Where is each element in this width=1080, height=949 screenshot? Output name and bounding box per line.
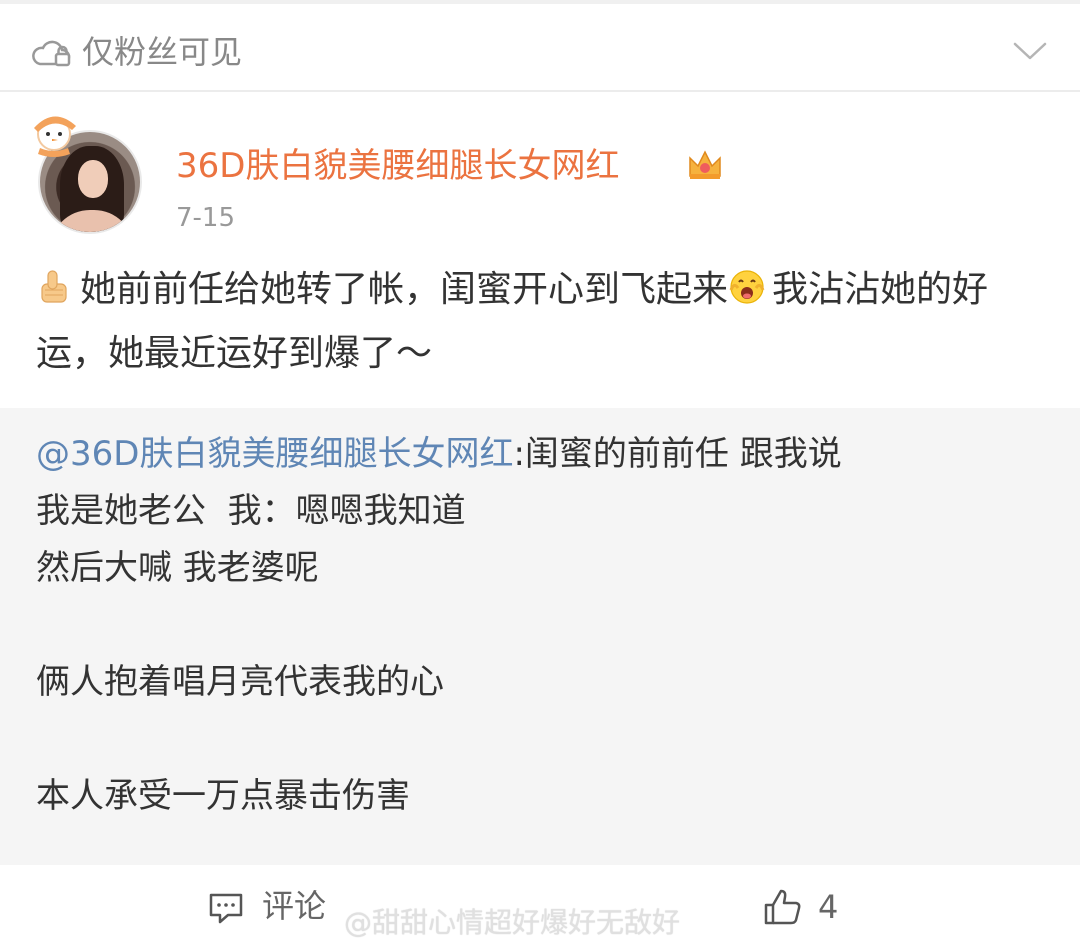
thumbs-up-icon [41, 270, 67, 303]
repost-text: @36D肤白貌美腰细腿长女网红:闺蜜的前前任 跟我说 我是她老公 我：嗯嗯我知道… [36, 426, 1046, 825]
comment-icon[interactable] [208, 891, 244, 925]
like-count: 4 [818, 888, 839, 926]
like-icon[interactable] [762, 887, 804, 927]
chevron-down-icon[interactable] [1012, 36, 1048, 64]
visibility-bar[interactable]: 仅粉丝可见 [0, 4, 1080, 92]
avatar[interactable] [24, 108, 154, 243]
crown-badge-icon [689, 150, 721, 179]
action-bar: 评论 @甜甜心情超好爆好无敌好 4 [0, 865, 1080, 949]
watermark-text: @甜甜心情超好爆好无敌好 [344, 906, 681, 939]
repost-mention-link[interactable]: @36D肤白貌美腰细腿长女网红 [36, 434, 513, 474]
post-date: 7-15 [176, 203, 236, 233]
visibility-label: 仅粉丝可见 [82, 33, 243, 71]
post-text: 她前前任给她转了帐，闺蜜开心到飞起来 我沾沾她的好运，她最近运好到爆了～ [36, 258, 1046, 386]
comment-button[interactable]: 评论 [262, 883, 326, 929]
post-text-part1: 她前前任给她转了帐，闺蜜开心到飞起来 [80, 269, 729, 310]
author-name[interactable]: 36D肤白貌美腰细腿长女网红 [176, 142, 619, 190]
snowman-pendant-icon [34, 116, 76, 157]
lock-cloud-icon [32, 40, 71, 67]
repost-card[interactable]: @36D肤白貌美腰细腿长女网红:闺蜜的前前任 跟我说 我是她老公 我：嗯嗯我知道… [0, 408, 1080, 865]
excited-face-icon [729, 270, 765, 304]
repost-body: :闺蜜的前前任 跟我说 我是她老公 我：嗯嗯我知道 然后大喊 我老婆呢 俩人抱着… [36, 434, 842, 816]
